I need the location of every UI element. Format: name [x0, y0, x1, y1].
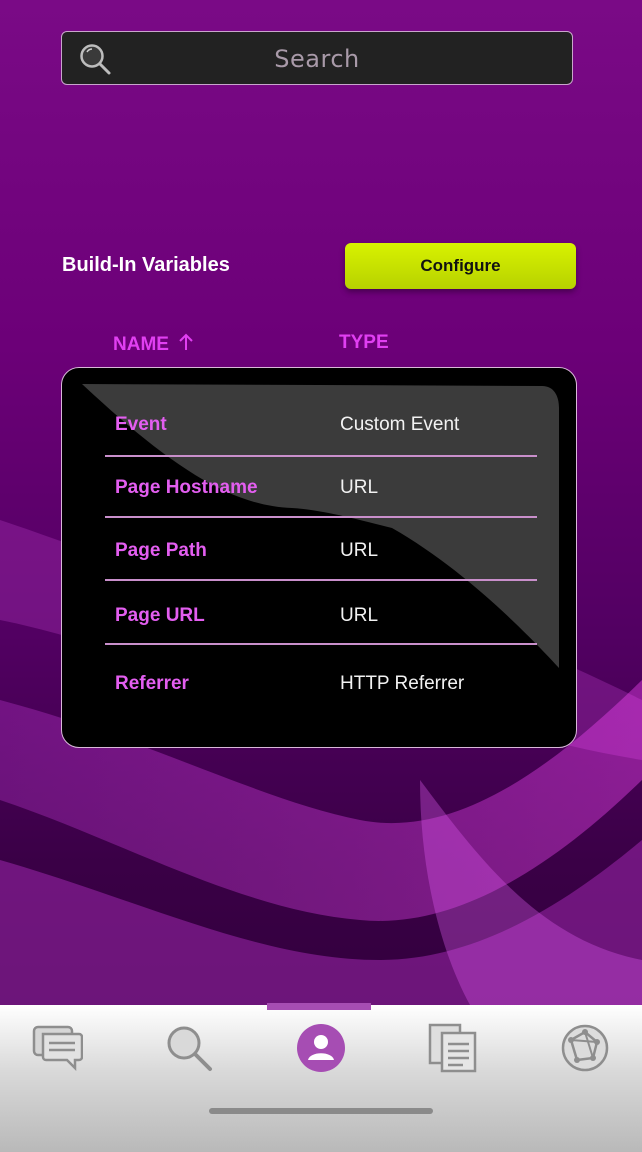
search-bar[interactable]: Search	[61, 31, 573, 85]
row-divider	[105, 455, 537, 457]
variable-type: HTTP Referrer	[340, 673, 465, 694]
home-indicator[interactable]	[209, 1108, 433, 1114]
table-row[interactable]: Page Path URL	[105, 530, 537, 570]
search-placeholder[interactable]: Search	[62, 45, 572, 73]
nav-search-button[interactable]	[163, 1022, 215, 1074]
globe-network-icon	[561, 1024, 609, 1072]
variable-type: URL	[340, 477, 379, 498]
row-divider	[105, 579, 537, 581]
active-tab-indicator	[267, 1003, 371, 1010]
table-row[interactable]: Page URL URL	[105, 595, 537, 635]
chat-icon	[32, 1025, 84, 1072]
variable-type: URL	[340, 605, 379, 626]
search-icon	[167, 1026, 212, 1071]
nav-documents-button[interactable]	[427, 1022, 479, 1074]
variable-name: Event	[115, 414, 167, 435]
variable-name: Referrer	[115, 673, 189, 694]
nav-chat-button[interactable]	[31, 1022, 84, 1074]
row-divider	[105, 516, 537, 518]
table-row[interactable]: Page Hostname URL	[105, 467, 537, 507]
nav-profile-button[interactable]	[295, 1022, 347, 1074]
documents-icon	[428, 1023, 477, 1073]
column-header-name-label: NAME	[113, 334, 169, 355]
variable-type: Custom Event	[340, 414, 460, 435]
variable-type: URL	[340, 540, 379, 561]
variable-name: Page Hostname	[115, 477, 258, 498]
arrow-up-icon	[179, 333, 193, 350]
table-row[interactable]: Referrer HTTP Referrer	[105, 663, 537, 703]
section-title: Build-In Variables	[62, 254, 230, 276]
nav-network-button[interactable]	[559, 1022, 611, 1074]
profile-icon	[297, 1024, 345, 1072]
table-row[interactable]: Event Custom Event	[105, 404, 537, 444]
variable-name: Page Path	[115, 540, 207, 561]
variable-name: Page URL	[115, 605, 205, 626]
variables-table: Event Custom Event Page Hostname URL Pag…	[61, 367, 577, 748]
configure-button[interactable]: Configure	[345, 243, 576, 289]
row-divider	[105, 643, 537, 645]
column-header-type[interactable]: TYPE	[339, 332, 389, 354]
column-header-name[interactable]: NAME	[113, 332, 194, 356]
